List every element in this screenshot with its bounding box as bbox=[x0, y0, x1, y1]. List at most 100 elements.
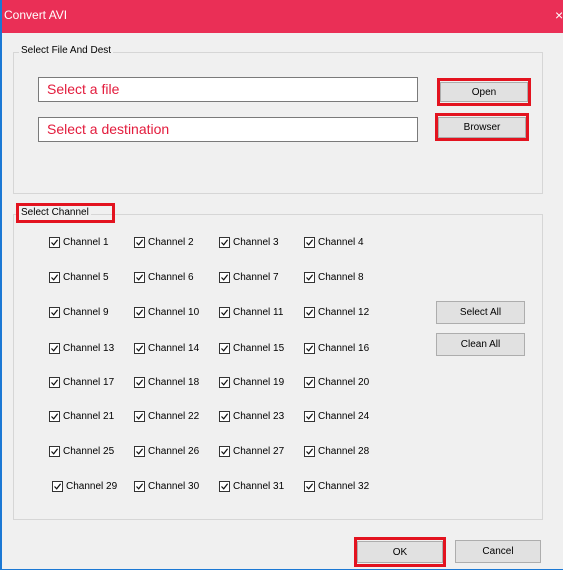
checkbox-box[interactable] bbox=[134, 307, 145, 318]
channel-checkbox-32[interactable]: Channel 32 bbox=[304, 481, 369, 492]
channel-checkbox-1[interactable]: Channel 1 bbox=[49, 237, 109, 248]
checkmark-icon bbox=[136, 345, 144, 352]
channel-label: Channel 28 bbox=[318, 446, 370, 457]
checkbox-box[interactable] bbox=[219, 307, 230, 318]
checkbox-box[interactable] bbox=[304, 481, 315, 492]
checkbox-box[interactable] bbox=[134, 237, 145, 248]
checkmark-icon bbox=[221, 448, 229, 455]
channel-checkbox-7[interactable]: Channel 7 bbox=[219, 272, 279, 283]
channel-label: Channel 14 bbox=[148, 343, 200, 354]
channel-label: Channel 31 bbox=[233, 481, 285, 492]
select-all-button[interactable]: Select All bbox=[436, 301, 525, 324]
browser-button[interactable]: Browser bbox=[438, 117, 526, 138]
channel-checkbox-4[interactable]: Channel 4 bbox=[304, 237, 364, 248]
window-title: Convert AVI bbox=[4, 8, 68, 22]
channel-label: Channel 12 bbox=[318, 307, 370, 318]
checkbox-box[interactable] bbox=[304, 237, 315, 248]
channel-checkbox-11[interactable]: Channel 11 bbox=[219, 307, 283, 318]
channel-label: Channel 27 bbox=[233, 446, 285, 457]
channel-checkbox-8[interactable]: Channel 8 bbox=[304, 272, 364, 283]
checkbox-box[interactable] bbox=[219, 377, 230, 388]
channel-checkbox-19[interactable]: Channel 19 bbox=[219, 377, 284, 388]
channel-checkbox-16[interactable]: Channel 16 bbox=[304, 343, 369, 354]
checkmark-icon bbox=[221, 483, 229, 490]
checkbox-box[interactable] bbox=[219, 481, 230, 492]
ok-button[interactable]: OK bbox=[357, 541, 443, 563]
open-button[interactable]: Open bbox=[440, 82, 528, 102]
channel-checkbox-10[interactable]: Channel 10 bbox=[134, 307, 199, 318]
destination-path-field[interactable]: Select a destination bbox=[38, 117, 418, 142]
checkbox-box[interactable] bbox=[49, 411, 60, 422]
channel-checkbox-6[interactable]: Channel 6 bbox=[134, 272, 194, 283]
checkbox-box[interactable] bbox=[49, 272, 60, 283]
checkmark-icon bbox=[221, 274, 229, 281]
close-icon[interactable]: × bbox=[555, 7, 563, 23]
channel-label: Channel 13 bbox=[63, 343, 115, 354]
channel-checkbox-12[interactable]: Channel 12 bbox=[304, 307, 369, 318]
channel-label: Channel 18 bbox=[148, 377, 200, 388]
channel-label: Channel 26 bbox=[148, 446, 200, 457]
checkbox-box[interactable] bbox=[219, 411, 230, 422]
checkbox-box[interactable] bbox=[219, 446, 230, 457]
checkmark-icon bbox=[221, 345, 229, 352]
channel-checkbox-29[interactable]: Channel 29 bbox=[52, 481, 117, 492]
channel-group bbox=[13, 214, 543, 520]
channel-label: Channel 10 bbox=[148, 307, 200, 318]
checkbox-box[interactable] bbox=[49, 446, 60, 457]
checkmark-icon bbox=[306, 309, 314, 316]
channel-checkbox-31[interactable]: Channel 31 bbox=[219, 481, 284, 492]
channel-checkbox-26[interactable]: Channel 26 bbox=[134, 446, 199, 457]
checkbox-box[interactable] bbox=[219, 237, 230, 248]
checkbox-box[interactable] bbox=[304, 307, 315, 318]
channel-checkbox-3[interactable]: Channel 3 bbox=[219, 237, 279, 248]
checkbox-box[interactable] bbox=[49, 343, 60, 354]
channel-checkbox-13[interactable]: Channel 13 bbox=[49, 343, 114, 354]
cancel-button[interactable]: Cancel bbox=[455, 540, 541, 563]
clean-all-button[interactable]: Clean All bbox=[436, 333, 525, 356]
channel-checkbox-20[interactable]: Channel 20 bbox=[304, 377, 369, 388]
checkmark-icon bbox=[221, 379, 229, 386]
channel-label: Channel 2 bbox=[148, 237, 194, 248]
checkbox-box[interactable] bbox=[304, 377, 315, 388]
channel-checkbox-30[interactable]: Channel 30 bbox=[134, 481, 199, 492]
checkbox-box[interactable] bbox=[49, 237, 60, 248]
checkbox-box[interactable] bbox=[219, 272, 230, 283]
checkbox-box[interactable] bbox=[134, 446, 145, 457]
file-dest-group-legend: Select File And Dest bbox=[19, 45, 114, 56]
checkbox-box[interactable] bbox=[49, 377, 60, 388]
checkbox-box[interactable] bbox=[304, 272, 315, 283]
channel-checkbox-9[interactable]: Channel 9 bbox=[49, 307, 109, 318]
checkmark-icon bbox=[306, 379, 314, 386]
file-path-field[interactable]: Select a file bbox=[38, 77, 418, 102]
channel-checkbox-21[interactable]: Channel 21 bbox=[49, 411, 114, 422]
checkbox-box[interactable] bbox=[134, 272, 145, 283]
checkbox-box[interactable] bbox=[134, 411, 145, 422]
checkbox-box[interactable] bbox=[52, 481, 63, 492]
channel-checkbox-15[interactable]: Channel 15 bbox=[219, 343, 284, 354]
channel-label: Channel 9 bbox=[63, 307, 109, 318]
channel-checkbox-24[interactable]: Channel 24 bbox=[304, 411, 369, 422]
channel-label: Channel 30 bbox=[148, 481, 200, 492]
checkbox-box[interactable] bbox=[49, 307, 60, 318]
checkbox-box[interactable] bbox=[134, 343, 145, 354]
checkbox-box[interactable] bbox=[219, 343, 230, 354]
channel-checkbox-22[interactable]: Channel 22 bbox=[134, 411, 199, 422]
channel-checkbox-25[interactable]: Channel 25 bbox=[49, 446, 114, 457]
channel-label: Channel 8 bbox=[318, 272, 364, 283]
checkbox-box[interactable] bbox=[134, 377, 145, 388]
channel-checkbox-17[interactable]: Channel 17 bbox=[49, 377, 114, 388]
channel-label: Channel 15 bbox=[233, 343, 285, 354]
channel-checkbox-2[interactable]: Channel 2 bbox=[134, 237, 194, 248]
checkbox-box[interactable] bbox=[304, 343, 315, 354]
channel-checkbox-23[interactable]: Channel 23 bbox=[219, 411, 284, 422]
channel-label: Channel 32 bbox=[318, 481, 370, 492]
channel-checkbox-14[interactable]: Channel 14 bbox=[134, 343, 199, 354]
checkmark-icon bbox=[51, 413, 59, 420]
checkbox-box[interactable] bbox=[134, 481, 145, 492]
checkbox-box[interactable] bbox=[304, 411, 315, 422]
channel-checkbox-18[interactable]: Channel 18 bbox=[134, 377, 199, 388]
channel-checkbox-5[interactable]: Channel 5 bbox=[49, 272, 109, 283]
channel-checkbox-28[interactable]: Channel 28 bbox=[304, 446, 369, 457]
channel-checkbox-27[interactable]: Channel 27 bbox=[219, 446, 284, 457]
checkbox-box[interactable] bbox=[304, 446, 315, 457]
